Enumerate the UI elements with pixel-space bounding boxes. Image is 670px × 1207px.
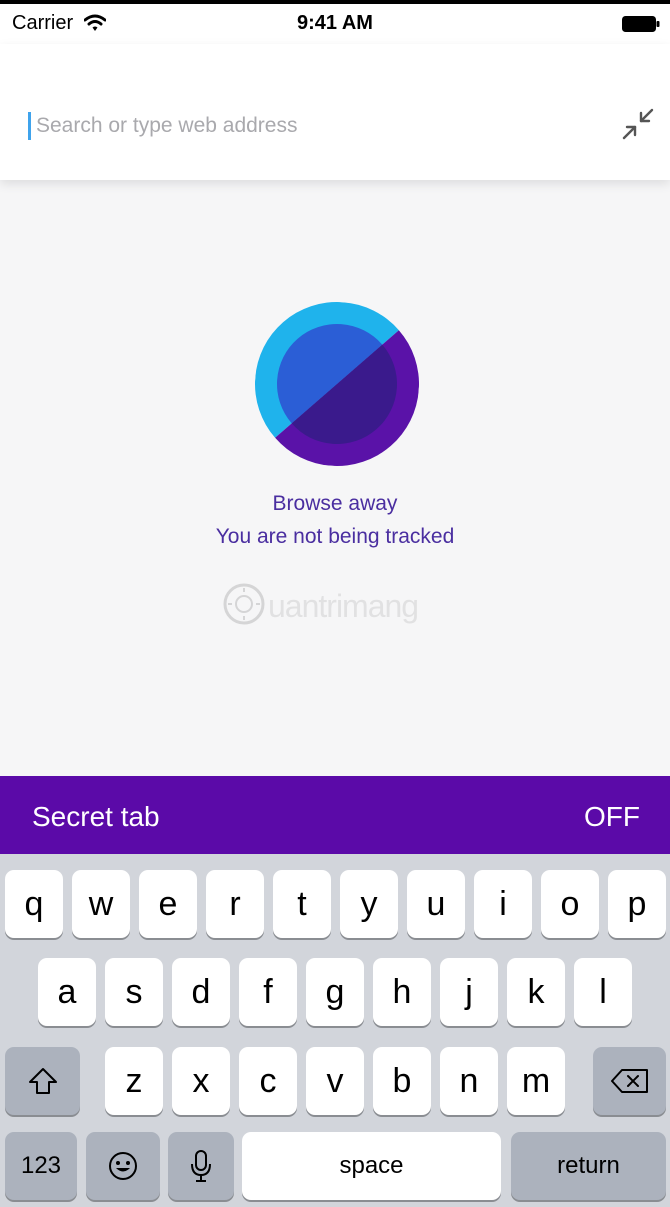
shift-key[interactable] xyxy=(5,1047,80,1115)
emoji-icon xyxy=(109,1152,137,1180)
emoji-key[interactable] xyxy=(86,1132,160,1200)
key-c[interactable]: c xyxy=(239,1047,297,1115)
key-v[interactable]: v xyxy=(306,1047,364,1115)
secret-tab-label: Secret tab xyxy=(32,801,160,832)
key-l[interactable]: l xyxy=(574,958,632,1026)
space-key[interactable]: space xyxy=(242,1132,501,1200)
watermark-text: uantrimang xyxy=(268,588,419,624)
status-bar: Carrier 9:41 AM xyxy=(0,4,670,44)
search-input[interactable] xyxy=(36,106,576,146)
watermark-logo: uantrimang xyxy=(222,582,452,632)
key-f[interactable]: f xyxy=(239,958,297,1026)
key-i[interactable]: i xyxy=(474,870,532,938)
dictation-key[interactable] xyxy=(168,1132,234,1200)
key-y[interactable]: y xyxy=(340,870,398,938)
key-g[interactable]: g xyxy=(306,958,364,1026)
key-b[interactable]: b xyxy=(373,1047,431,1115)
key-w[interactable]: w xyxy=(72,870,130,938)
private-message-subtitle: You are not being tracked xyxy=(215,525,455,548)
key-m[interactable]: m xyxy=(507,1047,565,1115)
backspace-icon xyxy=(610,1069,648,1093)
key-a[interactable]: a xyxy=(38,958,96,1026)
backspace-key[interactable] xyxy=(593,1047,666,1115)
url-bar xyxy=(0,44,670,180)
key-h[interactable]: h xyxy=(373,958,431,1026)
status-time: 9:41 AM xyxy=(297,12,373,34)
key-u[interactable]: u xyxy=(407,870,465,938)
key-k[interactable]: k xyxy=(507,958,565,1026)
text-caret xyxy=(28,112,31,140)
key-e[interactable]: e xyxy=(139,870,197,938)
secret-tab-state[interactable]: OFF xyxy=(584,801,640,833)
battery-icon xyxy=(622,16,660,32)
watermark-icon xyxy=(223,583,265,625)
private-browsing-content: Browse away You are not being tracked ua… xyxy=(0,180,670,776)
key-s[interactable]: s xyxy=(105,958,163,1026)
numbers-key[interactable]: 123 xyxy=(5,1132,77,1200)
key-n[interactable]: n xyxy=(440,1047,498,1115)
key-q[interactable]: q xyxy=(5,870,63,938)
shift-icon xyxy=(28,1068,57,1094)
url-input-wrap[interactable] xyxy=(24,106,584,146)
key-z[interactable]: z xyxy=(105,1047,163,1115)
key-p[interactable]: p xyxy=(608,870,666,938)
on-screen-keyboard: q w e r t y u i o p a s d f g h j k l z … xyxy=(0,854,670,1207)
key-d[interactable]: d xyxy=(172,958,230,1026)
shrink-arrows-icon[interactable] xyxy=(620,106,656,142)
microphone-icon xyxy=(191,1150,211,1182)
key-o[interactable]: o xyxy=(541,870,599,938)
key-t[interactable]: t xyxy=(273,870,331,938)
return-key[interactable]: return xyxy=(511,1132,666,1200)
key-j[interactable]: j xyxy=(440,958,498,1026)
secret-tab-toggle[interactable]: Secret tab OFF xyxy=(0,776,670,854)
private-message-title: Browse away xyxy=(272,492,398,515)
key-r[interactable]: r xyxy=(206,870,264,938)
key-x[interactable]: x xyxy=(172,1047,230,1115)
private-browsing-logo xyxy=(255,302,419,466)
